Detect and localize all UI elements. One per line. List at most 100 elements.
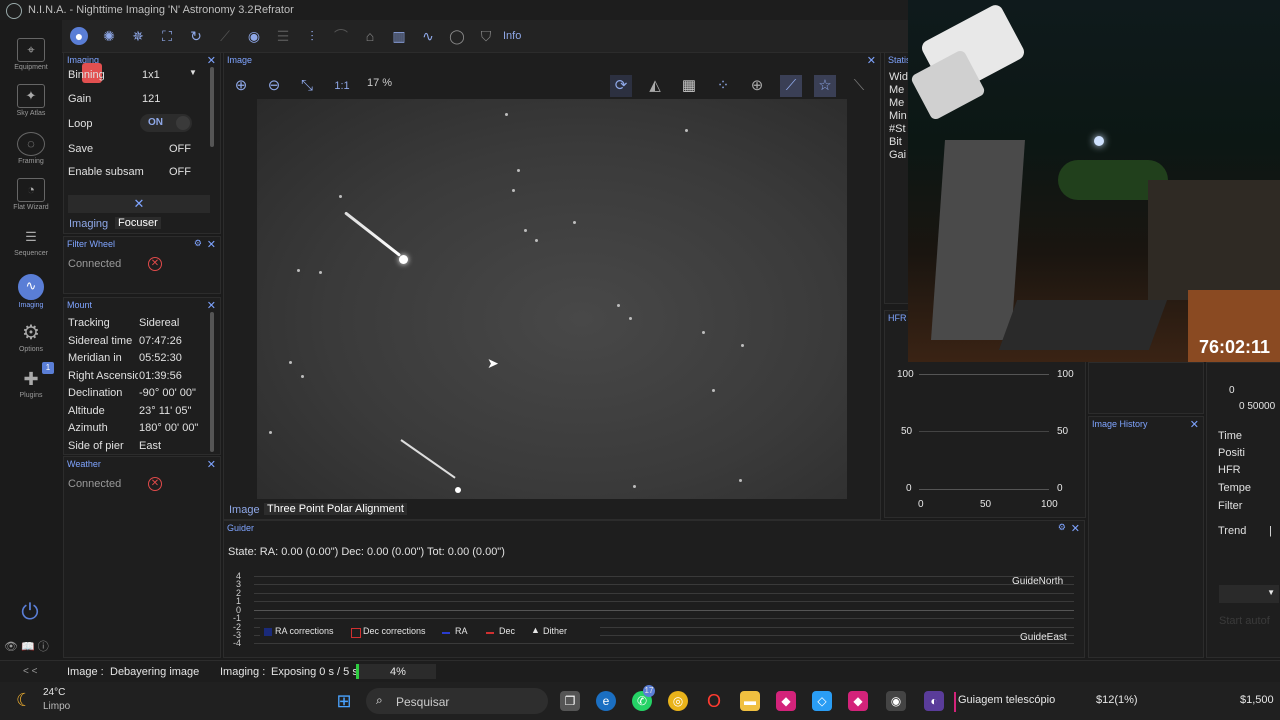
close-icon[interactable]: ✕ (207, 299, 216, 312)
ra-corrections-swatch (264, 628, 272, 636)
nav-equipment[interactable]: ⌖ Equipment (0, 32, 62, 78)
tab-image[interactable]: Image (229, 504, 260, 516)
dome-icon[interactable]: ⌒ (332, 27, 350, 45)
start-autofocus-button[interactable]: Start autof (1219, 615, 1270, 627)
zoom-1to1-button[interactable]: 1:1 (329, 75, 355, 97)
gain-input[interactable]: 121 (142, 93, 160, 105)
binning-label: Binning (68, 69, 105, 81)
chevron-down-icon: ▼ (1267, 588, 1275, 597)
info-label[interactable]: Info (503, 30, 521, 42)
close-icon[interactable]: ✕ (207, 458, 216, 471)
close-icon[interactable]: ✕ (207, 238, 216, 251)
method-select[interactable]: ▼ (1219, 585, 1279, 603)
star (617, 304, 620, 307)
wall (1148, 180, 1280, 300)
filter-wheel-icon[interactable]: ✺ (100, 27, 118, 45)
power-icon[interactable]: ⏻ (18, 600, 42, 624)
scrollbar[interactable] (210, 67, 214, 147)
app-icon[interactable]: ◆ (776, 691, 796, 711)
task-view-icon[interactable]: ❐ (560, 691, 580, 711)
tab-focuser[interactable]: Focuser (115, 217, 161, 229)
app-icon[interactable]: ◇ (812, 691, 832, 711)
close-icon[interactable]: ✕ (1071, 522, 1080, 535)
save-toggle[interactable]: OFF (169, 143, 191, 155)
panel-title: Weather (67, 459, 101, 469)
rotate-icon[interactable]: ⟳ (610, 75, 632, 97)
settings-icon[interactable]: ⚙ (1058, 522, 1066, 533)
app-icon[interactable]: ◐ (924, 691, 944, 711)
mount-row-value: Sidereal (139, 317, 180, 329)
search-box[interactable]: ⌕ Pesquisar (366, 688, 548, 714)
nav-sequencer[interactable]: ☰ Sequencer (0, 220, 62, 266)
sliders-icon[interactable]: ⫶ (303, 27, 321, 45)
nav-flat-wizard[interactable]: ◔ Flat Wizard (0, 172, 62, 218)
fit-icon[interactable]: ⤡ (296, 75, 318, 97)
collapse-button[interactable]: < < (23, 666, 37, 677)
opera-icon[interactable]: O (704, 691, 724, 711)
ticker-1[interactable]: $12(1%) (1096, 694, 1138, 706)
imaging-status-label: Imaging : (220, 666, 266, 678)
cancel-capture-button[interactable]: ✕ (68, 195, 210, 213)
nav-plugins[interactable]: ✚ Plugins 1 (0, 362, 62, 408)
close-icon[interactable]: ✕ (1190, 418, 1199, 431)
dither-triangle-icon: ▲ (531, 625, 540, 635)
guider-icon[interactable]: ◉ (245, 27, 263, 45)
hfr-graph-icon[interactable]: ∿ (419, 27, 437, 45)
tab-imaging[interactable]: Imaging (69, 218, 108, 230)
annotate-icon[interactable]: ⟍ (848, 75, 870, 97)
bottom-icons[interactable]: 👁 📖 ⓘ (4, 638, 49, 654)
sequence-icon[interactable]: ☰ (274, 27, 292, 45)
nav-imaging[interactable]: ∿ Imaging (0, 268, 62, 314)
stretch-icon[interactable]: ⟋ (780, 75, 802, 97)
laptop-keyboard (998, 300, 1168, 350)
scrollbar[interactable] (210, 312, 214, 452)
focuser-icon[interactable]: ✵ (129, 27, 147, 45)
captured-image[interactable] (257, 99, 847, 499)
nina-taskbar-icon[interactable]: ◉ (886, 691, 906, 711)
zoom-out-icon[interactable]: ⊖ (263, 75, 285, 97)
rotator-icon[interactable]: ↻ (187, 27, 205, 45)
nav-sky-atlas[interactable]: ✦ Sky Atlas (0, 78, 62, 124)
star (269, 431, 272, 434)
histogram-icon[interactable]: ▥ (390, 27, 408, 45)
ticker-2[interactable]: $1,500 (1240, 694, 1274, 706)
binning-select[interactable]: 1x1 (142, 69, 160, 81)
camera-icon[interactable]: ● (70, 27, 88, 45)
tab-polar-alignment[interactable]: Three Point Polar Alignment (264, 503, 407, 515)
zoom-in-icon[interactable]: ⊕ (230, 75, 252, 97)
star-icon[interactable]: ☆ (814, 75, 836, 97)
edge-icon[interactable]: e (596, 691, 616, 711)
crosshair-icon[interactable]: ⊕ (746, 75, 768, 97)
active-window-title[interactable]: Guiagem telescópio (958, 694, 1055, 706)
file-explorer-icon[interactable]: ▬ (740, 691, 760, 711)
grid-icon[interactable]: ▦ (678, 75, 700, 97)
frame-icon[interactable]: ⛶ (158, 27, 176, 45)
loop-toggle[interactable]: ON (140, 114, 192, 132)
af-row-label: Filter (1218, 500, 1243, 512)
dec-corrections-swatch (351, 628, 361, 638)
nav-framing[interactable]: ◌ Framing (0, 126, 62, 172)
telescope-icon[interactable]: ⟋ (216, 27, 234, 45)
y-tick: 100 (1057, 369, 1074, 380)
satellite-trail (344, 211, 402, 257)
chrome-icon[interactable]: ◎ (668, 691, 688, 711)
subsample-toggle[interactable]: OFF (169, 166, 191, 178)
mount-row-value: 07:47:26 (139, 335, 182, 347)
shield-icon[interactable]: ⛉ (477, 27, 495, 45)
star-detect-icon[interactable]: ⁘ (712, 75, 734, 97)
star (573, 221, 576, 224)
close-icon[interactable]: ✕ (207, 54, 216, 67)
observatory-icon[interactable]: ⌂ (361, 27, 379, 45)
star (517, 169, 520, 172)
flip-icon[interactable]: ◭ (644, 75, 666, 97)
app-icon[interactable]: ◆ (848, 691, 868, 711)
active-indicator (954, 692, 956, 712)
search-placeholder: Pesquisar (396, 695, 450, 709)
windows-start-icon[interactable]: ⊞ (334, 691, 354, 711)
weather-temp[interactable]: 24°C (43, 687, 65, 698)
settings-icon[interactable]: ⚙ (194, 238, 202, 249)
nav-options[interactable]: ⚙ Options (0, 316, 62, 362)
weather-condition[interactable]: Limpo (43, 701, 70, 712)
bulb-icon[interactable]: ◯ (448, 27, 466, 45)
close-icon[interactable]: ✕ (867, 54, 876, 67)
